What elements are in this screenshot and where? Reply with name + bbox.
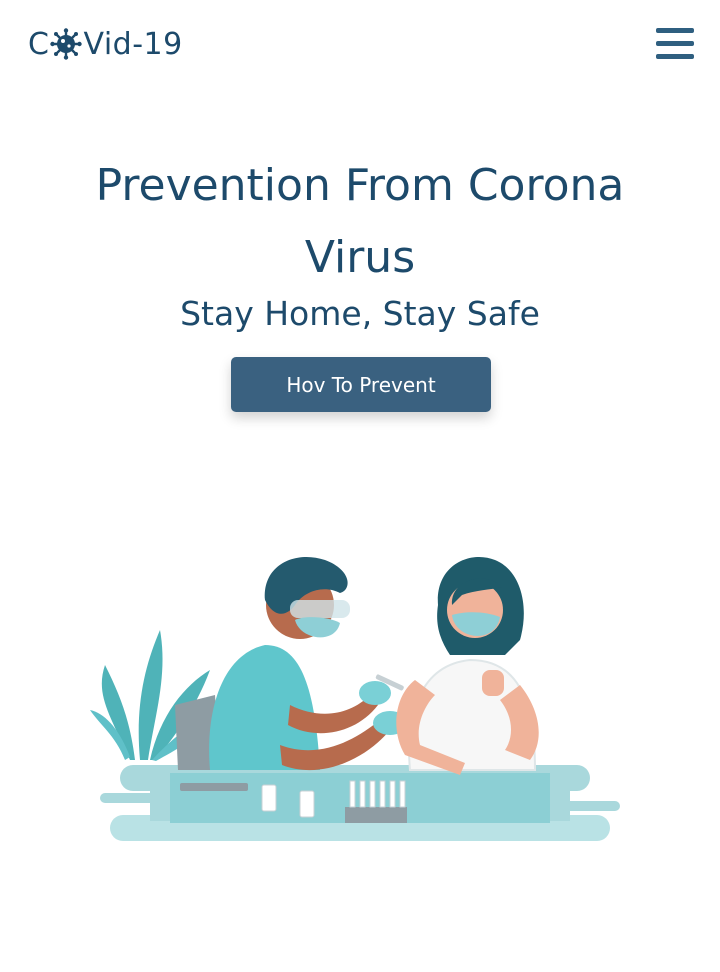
logo-text-prefix: C	[28, 26, 50, 62]
page-title-line-1: Prevention From Corona	[95, 160, 625, 211]
menu-line	[656, 41, 694, 46]
menu-line	[656, 54, 694, 59]
page-title: Prevention From Corona Virus	[0, 150, 720, 294]
how-to-prevent-button[interactable]: Hov To Prevent	[231, 357, 491, 412]
page-title-line-2: Virus	[304, 232, 416, 283]
site-logo[interactable]: C Vid-19	[28, 24, 183, 64]
hamburger-menu-icon[interactable]	[656, 28, 694, 62]
logo-text-suffix: Vid-19	[83, 26, 183, 62]
virus-icon	[50, 28, 83, 60]
menu-line	[656, 28, 694, 33]
hero-subtitle: Stay Home, Stay Safe	[180, 294, 540, 333]
vaccination-illustration	[90, 545, 630, 865]
